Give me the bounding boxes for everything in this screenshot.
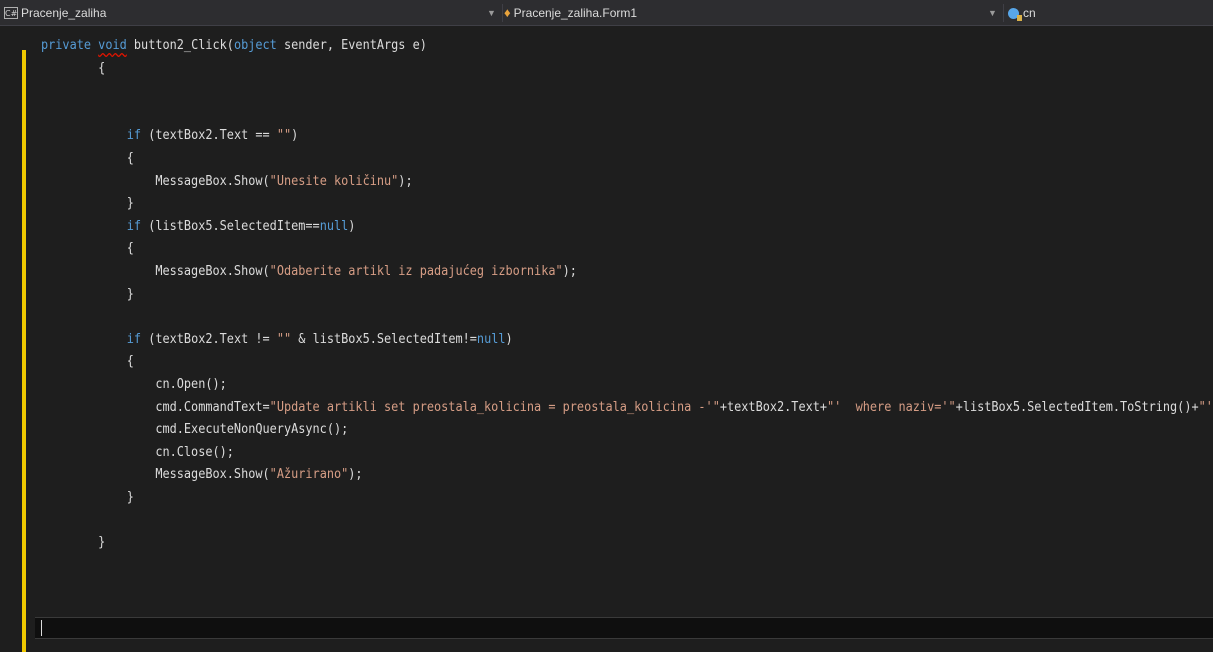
code-line[interactable]: { — [41, 148, 1213, 171]
code-token: "'" — [1198, 399, 1213, 415]
chevron-down-icon: ▼ — [487, 8, 496, 18]
navigation-bar: C# Pracenje_zaliha ▼ ♦ Pracenje_zaliha.F… — [0, 0, 1213, 26]
text-caret — [41, 620, 42, 636]
code-token: } — [41, 535, 106, 551]
code-token: "" — [276, 128, 292, 144]
code-token: cn.Close(); — [41, 444, 234, 460]
code-token: (listBox5.SelectedItem== — [141, 218, 320, 234]
code-token: +listBox5.SelectedItem.ToString()+ — [955, 399, 1199, 415]
code-token: "Ažurirano" — [269, 467, 349, 483]
code-token: object — [233, 38, 277, 53]
code-token: ); — [348, 467, 363, 483]
code-line[interactable]: MessageBox.Show("Unesite količinu"); — [41, 171, 1213, 194]
chevron-down-icon: ▼ — [988, 8, 997, 18]
class-dropdown-arrow[interactable]: ▼ — [988, 4, 1000, 22]
code-line[interactable] — [41, 306, 1213, 329]
code-token: private — [41, 38, 92, 53]
code-token: } — [41, 489, 134, 505]
code-line[interactable]: MessageBox.Show("Odaberite artikl iz pad… — [41, 261, 1213, 284]
code-line[interactable]: if (textBox2.Text != "" & listBox5.Selec… — [41, 329, 1213, 352]
code-token: ) — [505, 331, 513, 347]
code-line[interactable]: } — [41, 193, 1213, 216]
code-token: (textBox2.Text != — [141, 331, 277, 347]
code-token: { — [41, 241, 134, 257]
code-line[interactable]: } — [41, 487, 1213, 510]
change-indicator-bar — [22, 50, 26, 652]
field-icon — [1008, 7, 1022, 21]
code-token: MessageBox.Show( — [41, 467, 270, 483]
code-token: { — [41, 354, 134, 370]
code-editor[interactable]: private void button2_Click(object sender… — [0, 26, 1213, 652]
code-token: +textBox2.Text+ — [719, 399, 828, 415]
class-name: Pracenje_zaliha.Form1 — [513, 6, 638, 20]
code-line[interactable]: } — [41, 284, 1213, 307]
code-area[interactable]: private void button2_Click(object sender… — [41, 35, 1213, 555]
code-token: "Unesite količinu" — [269, 173, 399, 189]
code-line[interactable]: cn.Open(); — [41, 374, 1213, 397]
class-dropdown[interactable]: ♦ Pracenje_zaliha.Form1 — [504, 4, 984, 22]
code-token: MessageBox.Show( — [41, 263, 270, 279]
code-line[interactable]: private void button2_Click(object sender… — [41, 35, 1213, 58]
current-line-highlight — [35, 617, 1213, 639]
code-token: if — [126, 128, 142, 144]
code-line[interactable]: cmd.CommandText="Update artikli set preo… — [41, 397, 1213, 420]
member-name: cn — [1023, 6, 1036, 20]
divider — [1003, 4, 1004, 22]
code-line[interactable] — [41, 103, 1213, 126]
project-dropdown[interactable]: C# Pracenje_zaliha — [4, 4, 484, 22]
code-token: } — [41, 286, 134, 302]
code-token: ); — [398, 173, 413, 189]
code-line[interactable] — [41, 80, 1213, 103]
code-token: MessageBox.Show( — [41, 173, 270, 189]
code-token: } — [41, 196, 134, 212]
code-token: if — [126, 331, 142, 347]
code-token: "Update artikli set preostala_kolicina =… — [269, 399, 720, 415]
divider — [502, 4, 503, 22]
code-line[interactable]: { — [41, 351, 1213, 374]
code-line[interactable]: cmd.ExecuteNonQueryAsync(); — [41, 419, 1213, 442]
code-token: (textBox2.Text == — [141, 128, 277, 144]
code-line[interactable]: } — [41, 532, 1213, 555]
code-line[interactable] — [41, 509, 1213, 532]
csharp-project-icon: C# — [4, 7, 18, 19]
code-token: "" — [276, 331, 292, 347]
code-token: cmd.ExecuteNonQueryAsync(); — [41, 422, 349, 438]
code-line[interactable]: cn.Close(); — [41, 442, 1213, 465]
code-token: { — [41, 150, 134, 166]
code-token: "' where naziv='" — [827, 399, 956, 415]
code-token: ) — [348, 218, 356, 234]
member-dropdown[interactable]: cn — [1008, 4, 1208, 22]
code-token: & listBox5.SelectedItem!= — [291, 331, 477, 347]
code-token: sender, EventArgs e) — [276, 38, 427, 53]
code-token: cn.Open(); — [41, 376, 227, 392]
class-icon: ♦ — [504, 5, 511, 20]
code-token: null — [319, 218, 349, 234]
code-line[interactable]: if (listBox5.SelectedItem==null) — [41, 216, 1213, 239]
project-name: Pracenje_zaliha — [21, 6, 107, 20]
code-line[interactable]: if (textBox2.Text == "") — [41, 125, 1213, 148]
code-line[interactable]: MessageBox.Show("Ažurirano"); — [41, 464, 1213, 487]
code-line[interactable]: { — [41, 58, 1213, 81]
code-token: button2_Click( — [126, 38, 234, 53]
code-token: ) — [291, 128, 299, 144]
code-token: cmd.CommandText= — [41, 399, 270, 415]
code-token: void — [98, 38, 127, 53]
code-token: ); — [562, 263, 577, 279]
code-token: null — [476, 331, 506, 347]
code-token: "Odaberite artikl iz padajućeg izbornika… — [269, 263, 563, 279]
code-line[interactable]: { — [41, 238, 1213, 261]
code-token: { — [41, 60, 106, 76]
code-token: if — [126, 218, 142, 234]
project-dropdown-arrow[interactable]: ▼ — [487, 4, 499, 22]
